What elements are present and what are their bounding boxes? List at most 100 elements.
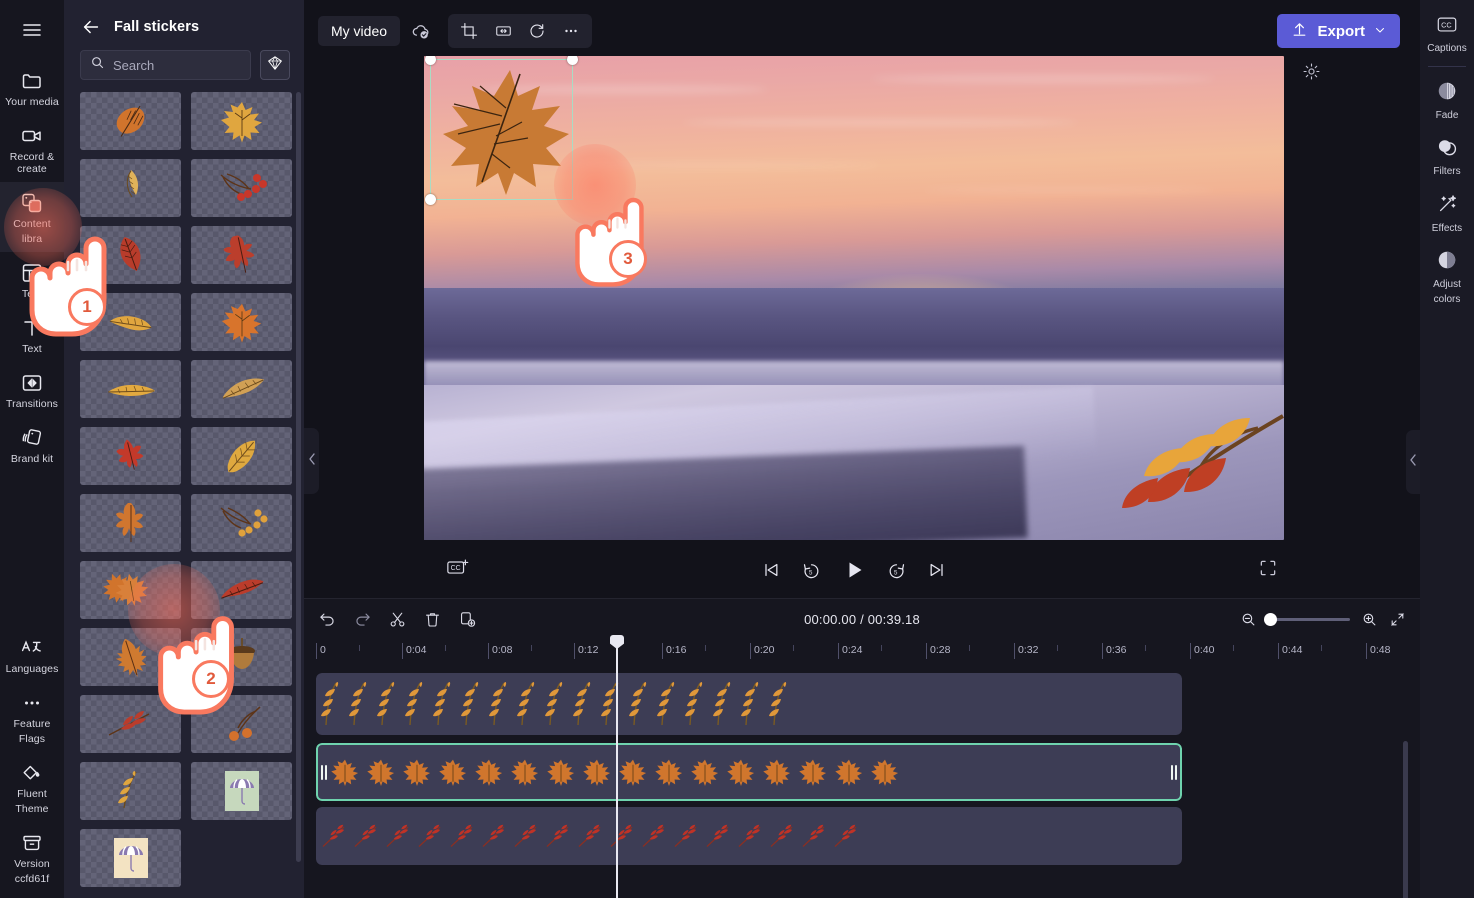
export-button[interactable]: Export: [1277, 14, 1400, 48]
sidebar-item-transitions[interactable]: Transitions: [0, 362, 64, 417]
sticker-cell-2[interactable]: [191, 92, 292, 150]
rotate-icon[interactable]: [522, 17, 552, 45]
sticker-cell-19[interactable]: [80, 695, 181, 753]
sidebar-item-languages[interactable]: Languages: [0, 627, 64, 682]
sticker-cell-21[interactable]: [80, 762, 181, 820]
premium-filter-button[interactable]: [260, 50, 290, 80]
sticker-cell-5[interactable]: [80, 226, 181, 284]
forward-5-icon[interactable]: 5: [886, 560, 907, 581]
panel-title: Fall stickers: [114, 19, 200, 35]
clip-thumbnail: [600, 681, 626, 727]
skip-to-end-icon[interactable]: [927, 560, 947, 580]
zoom-slider[interactable]: [1264, 612, 1350, 626]
play-button[interactable]: [842, 558, 866, 582]
sticker-cell-11[interactable]: [80, 427, 181, 485]
trash-icon[interactable]: [423, 610, 442, 629]
timeline-track-1[interactable]: [316, 673, 1182, 735]
fit-timeline-icon[interactable]: [1389, 611, 1406, 628]
fit-width-icon[interactable]: [488, 17, 518, 45]
sidebar-item-record-create[interactable]: Record & create: [0, 115, 64, 182]
search-input-wrap[interactable]: [80, 50, 251, 80]
sticker-cell-16[interactable]: [191, 561, 292, 619]
sidebar-item-text[interactable]: Text: [0, 307, 64, 362]
video-preview-sticker[interactable]: [432, 64, 582, 204]
clip-thumbnail: [516, 681, 542, 727]
clip-trim-handle-right[interactable]: [1168, 743, 1180, 801]
project-name-input[interactable]: My video: [318, 16, 401, 46]
video-preview[interactable]: [424, 56, 1284, 540]
template-icon: [20, 261, 44, 285]
right-item-fade[interactable]: Fade: [1420, 71, 1474, 128]
sticker-cell-6[interactable]: [191, 226, 292, 284]
sticker-cell-7[interactable]: [80, 293, 181, 351]
sticker-cell-18[interactable]: [191, 628, 292, 686]
sticker-cell-17[interactable]: [80, 628, 181, 686]
zoom-slider-handle[interactable]: [1264, 612, 1277, 626]
clip-thumbnail: [460, 681, 486, 727]
crop-icon[interactable]: [454, 17, 484, 45]
right-item-adjust-colors[interactable]: Adjust colors: [1420, 240, 1474, 311]
right-item-label: Fade: [1435, 109, 1459, 121]
top-right-actions: Export: [1277, 14, 1408, 48]
video-camera-icon: [20, 124, 44, 148]
timeline-ruler[interactable]: 0 0:04 0:08 0:12 0:16 0:20 0:24 0:28 0:3…: [312, 639, 1420, 665]
sticker-cell-22[interactable]: [191, 762, 292, 820]
sticker-cell-23[interactable]: [80, 829, 181, 887]
timeline-scrollbar[interactable]: [1403, 741, 1408, 898]
rewind-5-icon[interactable]: 5: [801, 560, 822, 581]
sticker-cell-14[interactable]: [191, 494, 292, 552]
undo-icon[interactable]: [318, 610, 337, 629]
timeline-track-2[interactable]: [316, 743, 1182, 801]
sticker-cell-8[interactable]: [191, 293, 292, 351]
right-item-effects[interactable]: Effects: [1420, 184, 1474, 241]
clip-thumbnail: [656, 681, 682, 727]
sidebar-item-feature-flags[interactable]: Feature Flags: [0, 682, 64, 752]
sticker-cell-15[interactable]: [80, 561, 181, 619]
search-input[interactable]: [113, 57, 241, 73]
playhead[interactable]: [616, 645, 618, 898]
timeline-clip[interactable]: [316, 807, 1182, 865]
sidebar-item-label: Text: [22, 343, 42, 355]
skip-to-start-icon[interactable]: [761, 560, 781, 580]
clip-trim-handle-left[interactable]: [318, 743, 330, 801]
hamburger-menu-icon[interactable]: [0, 0, 64, 60]
sticker-cell-10[interactable]: [191, 360, 292, 418]
svg-text:5: 5: [809, 569, 813, 576]
right-panel-collapse-button[interactable]: [1406, 430, 1420, 494]
zoom-in-icon[interactable]: [1361, 611, 1378, 628]
timeline-clip[interactable]: [316, 673, 1182, 735]
sticker-cell-3[interactable]: [80, 159, 181, 217]
ellipsis-icon[interactable]: [556, 17, 586, 45]
timeline-clip-selected[interactable]: [316, 743, 1182, 801]
captions-add-button[interactable]: CC: [446, 557, 470, 584]
sticker-cell-20[interactable]: [191, 695, 292, 753]
sidebar-item-your-media[interactable]: Your media: [0, 60, 64, 115]
timeline-zoom-controls: [1240, 611, 1406, 628]
sticker-cell-1[interactable]: [80, 92, 181, 150]
zoom-out-icon[interactable]: [1240, 611, 1257, 628]
clip-thumbnail: [760, 751, 794, 793]
sidebar-item-brand-kit[interactable]: Brand kit: [0, 417, 64, 472]
right-item-captions[interactable]: CC Captions: [1420, 6, 1474, 61]
redo-icon[interactable]: [353, 610, 372, 629]
sidebar-item-content-library[interactable]: Content libra: [0, 182, 64, 252]
fullscreen-icon[interactable]: [1258, 558, 1278, 583]
clip-thumbnail: [736, 818, 766, 854]
sticker-cell-9[interactable]: [80, 360, 181, 418]
sticker-cell-12[interactable]: [191, 427, 292, 485]
panel-collapse-button[interactable]: [304, 428, 319, 494]
timeline-track-3[interactable]: [316, 807, 1182, 865]
sidebar-item-templates[interactable]: Tem: [0, 252, 64, 307]
panel-scrollbar[interactable]: [296, 92, 301, 862]
clip-thumbnail: [672, 818, 702, 854]
sidebar-item-version[interactable]: Version ccfd61f: [0, 822, 64, 892]
sticker-cell-4[interactable]: [191, 159, 292, 217]
scissors-icon[interactable]: [388, 610, 407, 629]
preview-settings-button[interactable]: [1302, 62, 1321, 86]
transitions-icon: [20, 371, 44, 395]
arrow-left-icon[interactable]: [80, 16, 102, 38]
sticker-cell-13[interactable]: [80, 494, 181, 552]
sidebar-item-fluent-theme[interactable]: Fluent Theme: [0, 752, 64, 822]
right-item-filters[interactable]: Filters: [1420, 127, 1474, 184]
duplicate-icon[interactable]: [458, 610, 477, 629]
